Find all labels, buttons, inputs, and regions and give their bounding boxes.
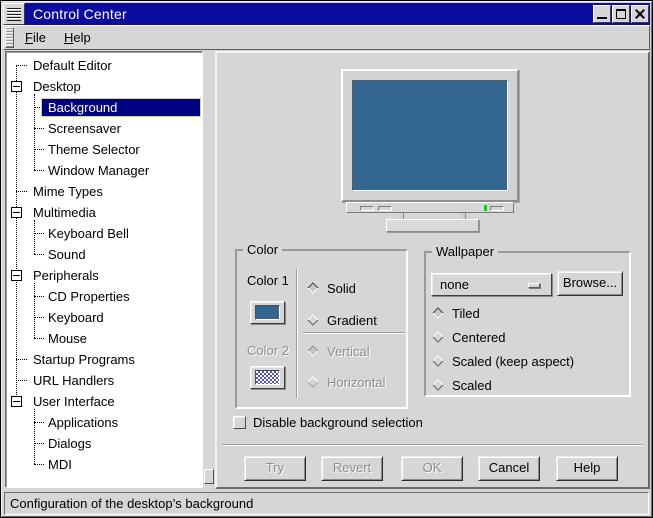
color2-picker-button[interactable] bbox=[250, 366, 285, 389]
pane-divider bbox=[203, 51, 215, 488]
try-button: Try bbox=[244, 456, 306, 481]
maximize-icon bbox=[616, 9, 626, 19]
color2-swatch bbox=[255, 370, 280, 385]
control-center-window: Control Center File Help Default Editor … bbox=[0, 0, 653, 518]
window-menu-icon bbox=[7, 8, 21, 21]
radio-on-icon bbox=[432, 307, 445, 320]
color1-swatch bbox=[255, 305, 280, 320]
tree-item-background[interactable]: Background bbox=[6, 97, 202, 118]
tree-item-keyboard-bell[interactable]: Keyboard Bell bbox=[6, 223, 202, 244]
color1-label: Color 1 bbox=[247, 273, 289, 288]
settings-tree-panel: Default Editor Desktop Background Screen… bbox=[5, 51, 203, 488]
radio-horizontal: Horizontal bbox=[307, 375, 386, 389]
color2-label: Color 2 bbox=[247, 343, 289, 358]
radio-on-icon bbox=[307, 345, 320, 358]
radio-off-icon bbox=[307, 314, 320, 327]
ok-button: OK bbox=[401, 456, 463, 481]
menu-help[interactable]: Help bbox=[55, 27, 100, 48]
tree-item-user-interface[interactable]: User Interface bbox=[6, 391, 202, 412]
radio-off-icon bbox=[307, 376, 320, 389]
monitor-preview bbox=[341, 69, 519, 202]
browse-button[interactable]: Browse... bbox=[557, 271, 623, 296]
tree-item-screensaver[interactable]: Screensaver bbox=[6, 118, 202, 139]
tree-expander-icon[interactable] bbox=[11, 270, 22, 281]
tree-item-window-manager[interactable]: Window Manager bbox=[6, 160, 202, 181]
tree-item-desktop[interactable]: Desktop bbox=[6, 76, 202, 97]
dropdown-indicator-icon bbox=[528, 283, 540, 288]
tree-item-mdi[interactable]: MDI bbox=[6, 454, 202, 475]
vertical-separator bbox=[296, 269, 298, 398]
menubar: File Help bbox=[3, 25, 650, 50]
close-button[interactable] bbox=[631, 5, 649, 23]
tree-item-url-handlers[interactable]: URL Handlers bbox=[6, 370, 202, 391]
color-section-title: Color bbox=[243, 242, 282, 257]
monitor-button bbox=[360, 206, 374, 211]
selected-tree-item: Background bbox=[41, 98, 201, 117]
pane-divider-handle[interactable] bbox=[204, 469, 214, 484]
tree-item-cd-properties[interactable]: CD Properties bbox=[6, 286, 202, 307]
wallpaper-section: Wallpaper none Browse... Tiled Centered … bbox=[424, 251, 631, 397]
radio-on-icon bbox=[307, 282, 320, 295]
monitor-screen-preview bbox=[352, 80, 508, 191]
cancel-button[interactable]: Cancel bbox=[478, 456, 540, 481]
menu-file[interactable]: File bbox=[16, 27, 55, 48]
minimize-button[interactable] bbox=[593, 5, 611, 23]
tree-item-applications[interactable]: Applications bbox=[6, 412, 202, 433]
radio-centered[interactable]: Centered bbox=[432, 330, 505, 344]
color-section: Color Color 1 Color 2 Solid Gradient Ver… bbox=[235, 249, 408, 409]
radio-gradient[interactable]: Gradient bbox=[307, 313, 377, 327]
tree-expander-icon[interactable] bbox=[11, 207, 22, 218]
titlebar: Control Center bbox=[3, 3, 650, 25]
checkbox-label: Disable background selection bbox=[253, 415, 423, 430]
monitor-front-panel bbox=[346, 202, 514, 213]
minimize-icon bbox=[597, 17, 607, 19]
tree-item-mouse[interactable]: Mouse bbox=[6, 328, 202, 349]
monitor-button bbox=[490, 206, 504, 211]
tree-item-theme-selector[interactable]: Theme Selector bbox=[6, 139, 202, 160]
radio-vertical: Vertical bbox=[307, 344, 370, 358]
tree-item-multimedia[interactable]: Multimedia bbox=[6, 202, 202, 223]
tree-item-default-editor[interactable]: Default Editor bbox=[6, 55, 202, 76]
settings-tree: Default Editor Desktop Background Screen… bbox=[6, 52, 202, 487]
tree-item-sound[interactable]: Sound bbox=[6, 244, 202, 265]
wallpaper-dropdown-value: none bbox=[440, 277, 469, 292]
radio-off-icon bbox=[432, 355, 445, 368]
help-button[interactable]: Help bbox=[556, 456, 618, 481]
color1-picker-button[interactable] bbox=[250, 301, 285, 324]
radio-scaled[interactable]: Scaled bbox=[432, 378, 492, 392]
wallpaper-section-title: Wallpaper bbox=[432, 244, 498, 259]
power-led-icon bbox=[484, 205, 487, 211]
radio-off-icon bbox=[432, 331, 445, 344]
menubar-grip-handle[interactable] bbox=[5, 27, 14, 48]
keyboard-preview bbox=[386, 219, 479, 232]
checkbox-unchecked-icon[interactable] bbox=[233, 416, 246, 429]
monitor-button bbox=[378, 206, 392, 211]
tree-expander-icon[interactable] bbox=[11, 396, 22, 407]
background-capplet-panel: Color Color 1 Color 2 Solid Gradient Ver… bbox=[215, 51, 650, 489]
tree-expander-icon[interactable] bbox=[11, 81, 22, 92]
revert-button: Revert bbox=[321, 456, 383, 481]
horizontal-separator bbox=[303, 332, 405, 334]
radio-scaled-keep-aspect[interactable]: Scaled (keep aspect) bbox=[432, 354, 574, 368]
action-area-separator bbox=[222, 444, 643, 446]
tree-item-keyboard[interactable]: Keyboard bbox=[6, 307, 202, 328]
status-bar: Configuration of the desktop’s backgroun… bbox=[4, 492, 649, 515]
tree-item-peripherals[interactable]: Peripherals bbox=[6, 265, 202, 286]
radio-off-icon bbox=[432, 379, 445, 392]
maximize-button[interactable] bbox=[612, 5, 630, 23]
disable-background-selection-option[interactable]: Disable background selection bbox=[233, 415, 423, 430]
radio-solid[interactable]: Solid bbox=[307, 281, 356, 295]
window-title: Control Center bbox=[25, 6, 593, 22]
tree-item-mime-types[interactable]: Mime Types bbox=[6, 181, 202, 202]
window-menu-button[interactable] bbox=[3, 3, 25, 25]
radio-tiled[interactable]: Tiled bbox=[432, 306, 480, 320]
wallpaper-dropdown[interactable]: none bbox=[431, 273, 552, 296]
tree-item-startup-programs[interactable]: Startup Programs bbox=[6, 349, 202, 370]
tree-item-dialogs[interactable]: Dialogs bbox=[6, 433, 202, 454]
